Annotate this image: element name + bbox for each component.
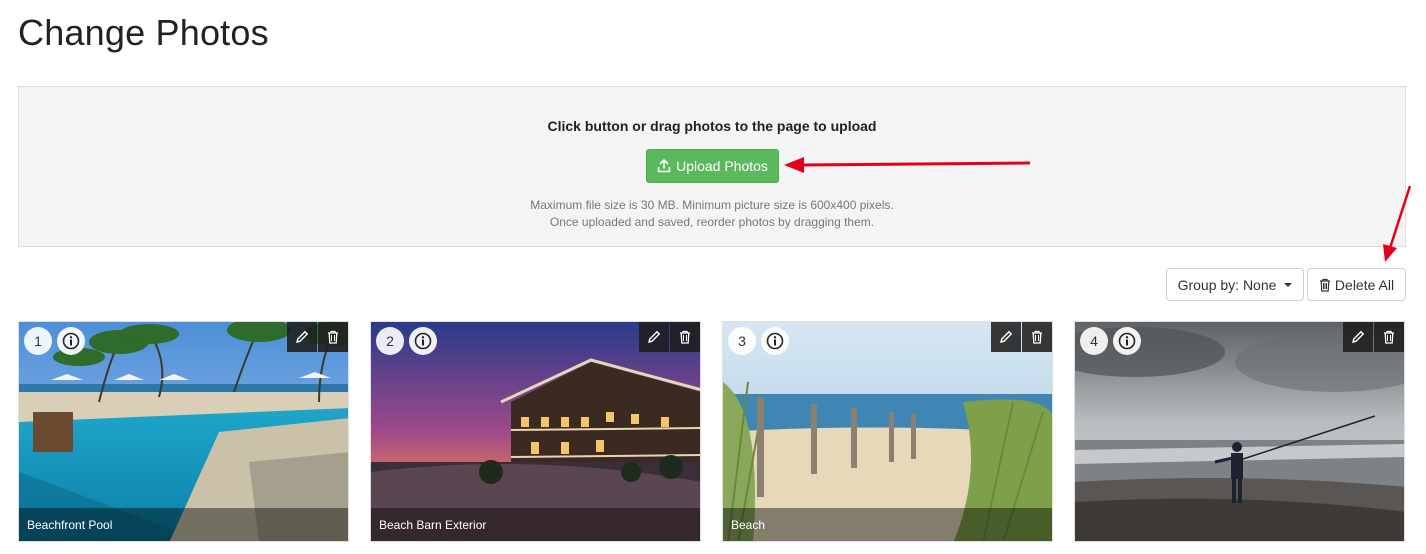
pencil-icon	[648, 330, 661, 343]
delete-photo-button[interactable]	[670, 322, 700, 352]
upload-dropzone[interactable]: Click button or drag photos to the page …	[18, 86, 1406, 247]
page-title: Change Photos	[18, 12, 269, 53]
delete-all-button[interactable]: Delete All	[1307, 268, 1406, 301]
photo-card[interactable]: 3 Beach	[722, 321, 1053, 542]
upload-reorder-note: Once uploaded and saved, reorder photos …	[549, 215, 875, 229]
trash-icon	[328, 330, 338, 344]
upload-photos-label: Upload Photos	[676, 158, 768, 174]
trash-icon	[1319, 278, 1330, 292]
edit-photo-button[interactable]	[287, 322, 317, 352]
info-icon[interactable]	[57, 327, 85, 355]
photo-caption: Beachfront Pool	[19, 508, 348, 541]
edit-photo-button[interactable]	[639, 322, 669, 352]
trash-icon	[680, 330, 690, 344]
edit-photo-button[interactable]	[1343, 322, 1373, 352]
caret-down-icon	[1284, 282, 1293, 287]
trash-icon	[1384, 330, 1394, 344]
info-icon[interactable]	[761, 327, 789, 355]
photo-number-badge: 1	[24, 327, 52, 355]
group-by-label: Group by: None	[1177, 276, 1277, 293]
photo-card[interactable]: 1 Beachfront Pool	[18, 321, 349, 542]
delete-photo-button[interactable]	[1374, 322, 1404, 352]
photo-number-badge: 3	[728, 327, 756, 355]
photo-card[interactable]: 4	[1074, 321, 1405, 542]
upload-heading: Click button or drag photos to the page …	[547, 118, 877, 134]
info-icon[interactable]	[409, 327, 437, 355]
group-by-dropdown[interactable]: Group by: None	[1166, 268, 1304, 301]
trash-icon	[1032, 330, 1042, 344]
upload-icon	[657, 159, 671, 173]
pencil-icon	[1352, 330, 1365, 343]
edit-photo-button[interactable]	[991, 322, 1021, 352]
info-icon[interactable]	[1113, 327, 1141, 355]
pencil-icon	[1000, 330, 1013, 343]
pencil-icon	[296, 330, 309, 343]
photo-caption: Beach Barn Exterior	[371, 508, 700, 541]
delete-photo-button[interactable]	[1022, 322, 1052, 352]
upload-photos-button[interactable]: Upload Photos	[646, 149, 779, 183]
delete-all-label: Delete All	[1334, 276, 1395, 293]
photo-number-badge: 2	[376, 327, 404, 355]
photo-caption: Beach	[723, 508, 1052, 541]
photo-number-badge: 4	[1080, 327, 1108, 355]
delete-photo-button[interactable]	[318, 322, 348, 352]
upload-size-note: Maximum file size is 30 MB. Minimum pict…	[530, 198, 894, 212]
photo-card[interactable]: 2 Beach Barn Exterior	[370, 321, 701, 542]
photo-fisherman-beach	[1075, 322, 1404, 541]
